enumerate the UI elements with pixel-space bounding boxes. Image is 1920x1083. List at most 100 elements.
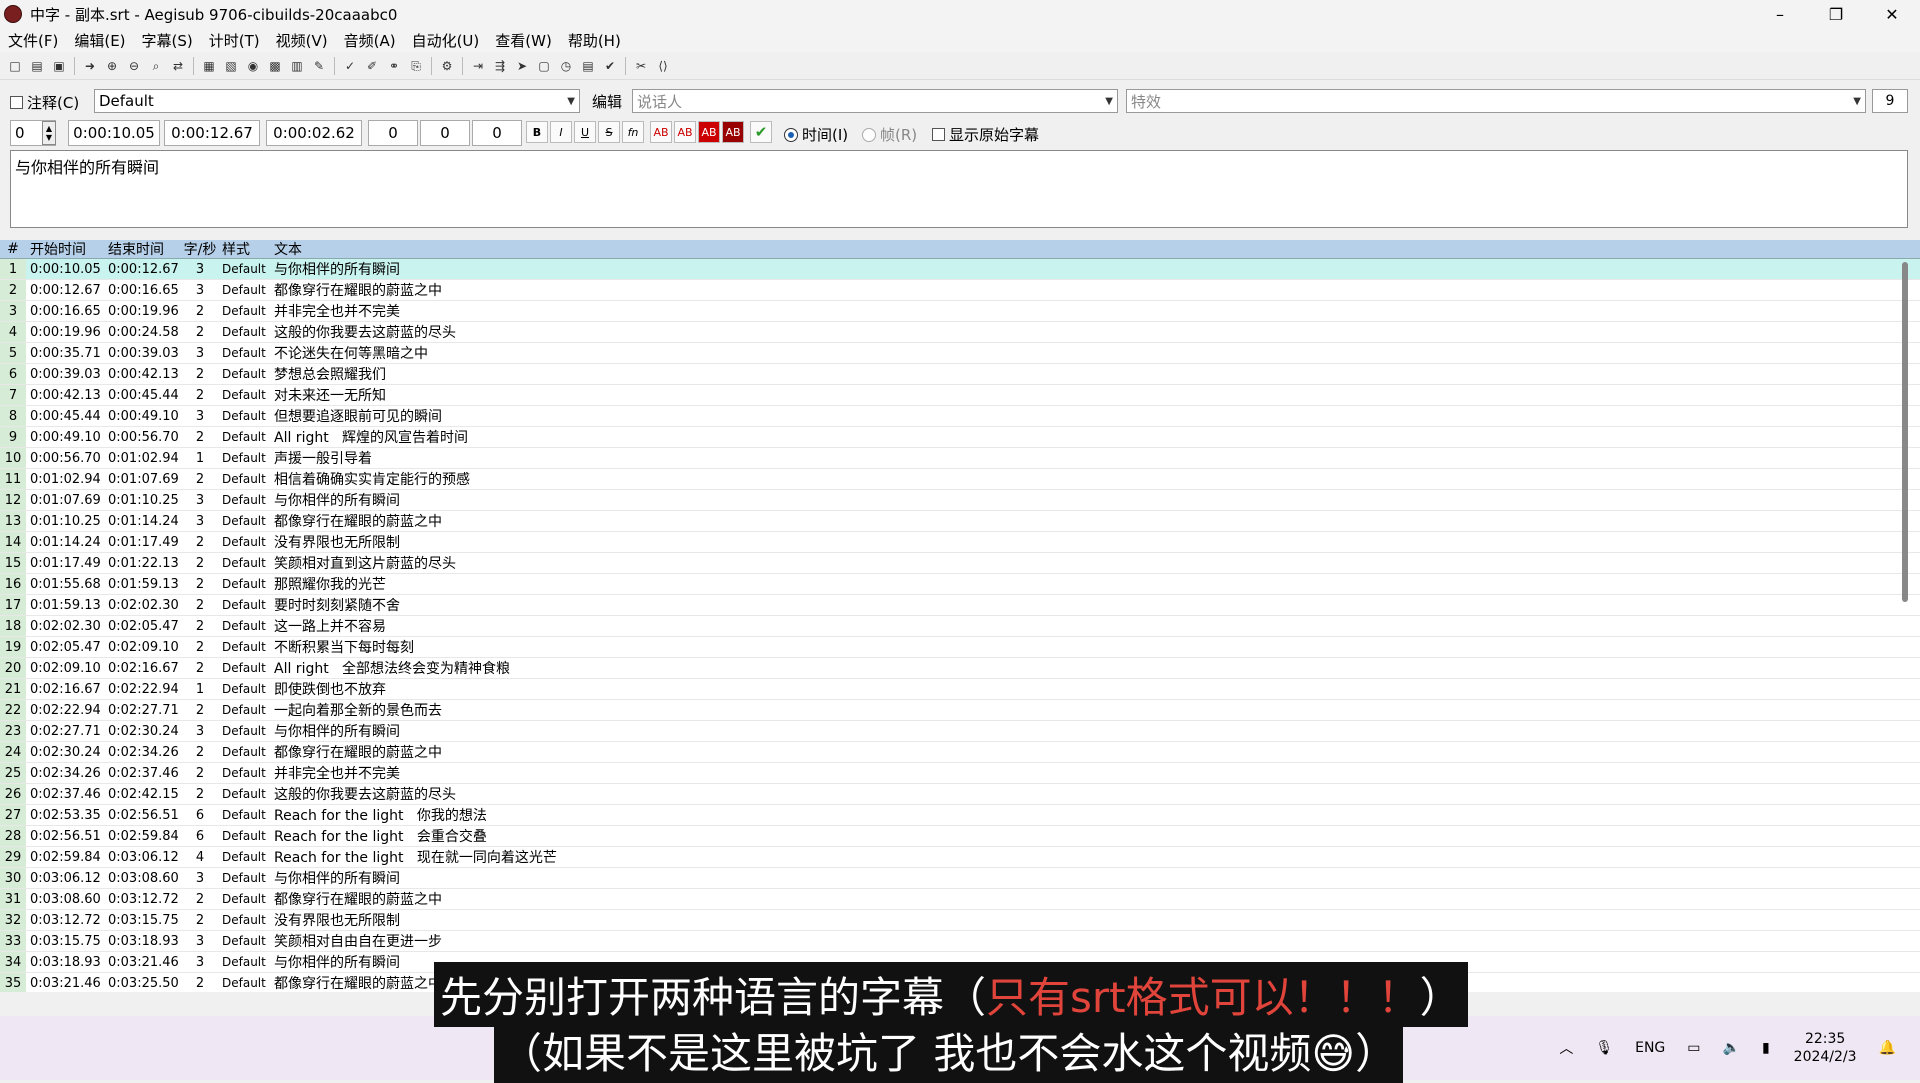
subtitle-text-editor[interactable]: 与你相伴的所有瞬间 xyxy=(10,150,1908,228)
attachments-icon[interactable]: ◉ xyxy=(244,57,262,75)
table-row[interactable]: 22 0:02:22.94 0:02:27.71 2 Default 一起向着那全新的景色… xyxy=(0,700,1920,721)
menu-timing[interactable]: 计时(T) xyxy=(201,30,268,51)
font-button[interactable]: fn xyxy=(622,121,644,143)
table-row[interactable]: 1 0:00:10.05 0:00:12.67 3 Default 与你相伴的所有瞬间 xyxy=(0,259,1920,280)
table-row[interactable]: 10 0:00:56.70 0:01:02.94 1 Default 声援一般引导着 xyxy=(0,448,1920,469)
table-row[interactable]: 4 0:00:19.96 0:00:24.58 2 Default 这般的你我要去这蔚蓝的… xyxy=(0,322,1920,343)
chevron-up-icon[interactable]: ︿ xyxy=(1559,1038,1573,1058)
shadow-color-button[interactable]: AB xyxy=(722,121,744,143)
table-row[interactable]: 5 0:00:35.71 0:00:39.03 3 Default 不论迷失在何等黑暗之中 xyxy=(0,343,1920,364)
grid-scrollbar[interactable] xyxy=(1902,262,1908,602)
table-row[interactable]: 9 0:00:49.10 0:00:56.70 2 Default All right 辉… xyxy=(0,427,1920,448)
kanji-timer-icon[interactable]: ➤ xyxy=(513,57,531,75)
replace-icon[interactable]: ⇄ xyxy=(169,57,187,75)
menu-automation[interactable]: 自动化(U) xyxy=(404,30,488,51)
find-icon[interactable]: ⌕ xyxy=(147,57,165,75)
table-row[interactable]: 23 0:02:27.71 0:02:30.24 3 Default 与你相伴的所有瞬间 xyxy=(0,721,1920,742)
clock-icon[interactable]: ◷ xyxy=(557,57,575,75)
header-cps[interactable]: 字/秒 xyxy=(180,240,220,259)
open-file-icon[interactable]: ▤ xyxy=(28,57,46,75)
close-button[interactable]: ✕ xyxy=(1864,0,1920,28)
options-icon[interactable]: ✔ xyxy=(601,57,619,75)
tools-icon[interactable]: ✂ xyxy=(632,57,650,75)
notification-bell-icon[interactable]: 🔔 xyxy=(1879,1040,1896,1056)
show-original-checkbox[interactable]: 显示原始字幕 xyxy=(932,124,1039,145)
outline-color-button[interactable]: AB xyxy=(698,121,720,143)
secondary-color-button[interactable]: AB xyxy=(674,121,696,143)
styles-manager-icon[interactable]: ▧ xyxy=(222,57,240,75)
table-row[interactable]: 3 0:00:16.65 0:00:19.96 2 Default 并非完全也并不完美 xyxy=(0,301,1920,322)
underline-button[interactable]: U xyxy=(574,121,596,143)
table-row[interactable]: 27 0:02:53.35 0:02:56.51 6 Default Reach for … xyxy=(0,805,1920,826)
table-row[interactable]: 11 0:01:02.94 0:01:07.69 2 Default 相信着确确实实肯定能… xyxy=(0,469,1920,490)
table-row[interactable]: 26 0:02:37.46 0:02:42.15 2 Default 这般的你我要去这蔚蓝… xyxy=(0,784,1920,805)
table-row[interactable]: 20 0:02:09.10 0:02:16.67 2 Default All right … xyxy=(0,658,1920,679)
properties-icon[interactable]: ▦ xyxy=(200,57,218,75)
resample-icon[interactable]: ▥ xyxy=(288,57,306,75)
header-style[interactable]: 样式 xyxy=(220,240,270,259)
commit-icon[interactable]: ✔ xyxy=(750,121,772,143)
translation-icon[interactable]: ✎ xyxy=(310,57,328,75)
bold-button[interactable]: B xyxy=(526,121,548,143)
menu-video[interactable]: 视频(V) xyxy=(268,30,336,51)
duration-field[interactable]: 0:00:02.62 xyxy=(266,120,362,146)
table-row[interactable]: 18 0:02:02.30 0:02:05.47 2 Default 这一路上并不容易 xyxy=(0,616,1920,637)
table-row[interactable]: 32 0:03:12.72 0:03:15.75 2 Default 没有界限也无所限制 xyxy=(0,910,1920,931)
layer-spinner[interactable]: ▲ ▼ xyxy=(42,121,56,145)
timing-postprocessor-icon[interactable]: ⇶ xyxy=(491,57,509,75)
start-time-field[interactable]: 0:00:10.05 xyxy=(68,120,160,146)
minimize-button[interactable]: – xyxy=(1752,0,1808,28)
menu-edit[interactable]: 编辑(E) xyxy=(66,30,133,51)
maximize-button[interactable]: ❐ xyxy=(1808,0,1864,28)
spell-check-icon[interactable]: ✓ xyxy=(341,57,359,75)
header-num[interactable]: # xyxy=(0,240,26,258)
spin-down-icon[interactable]: ▼ xyxy=(46,133,52,142)
table-row[interactable]: 17 0:01:59.13 0:02:02.30 2 Default 要时时刻刻紧随不舍 xyxy=(0,595,1920,616)
link-icon[interactable]: ⚭ xyxy=(385,57,403,75)
primary-color-button[interactable]: AB xyxy=(650,121,672,143)
table-row[interactable]: 15 0:01:17.49 0:01:22.13 2 Default 笑颜相对直到这片蔚蓝… xyxy=(0,553,1920,574)
styling-assistant-icon[interactable]: ✐ xyxy=(363,57,381,75)
automation-icon[interactable]: ⚙ xyxy=(438,57,456,75)
table-row[interactable]: 25 0:02:34.26 0:02:37.46 2 Default 并非完全也并不完美 xyxy=(0,763,1920,784)
table-row[interactable]: 7 0:00:42.13 0:00:45.44 2 Default 对未来还一无所知 xyxy=(0,385,1920,406)
table-row[interactable]: 16 0:01:55.68 0:01:59.13 2 Default 那照耀你我的光芒 xyxy=(0,574,1920,595)
effect-dropdown[interactable]: 特效 ▼ xyxy=(1126,89,1866,113)
time-mode-radio[interactable]: 时间(I) xyxy=(784,124,848,145)
actor-dropdown[interactable]: 说话人 ▼ xyxy=(632,89,1118,113)
tag-icon[interactable]: ⟨⟩ xyxy=(654,57,672,75)
header-end[interactable]: 结束时间 xyxy=(104,240,180,259)
subtitles-grid[interactable]: # 开始时间 结束时间 字/秒 样式 文本 1 0:00:10.05 0:00:12… xyxy=(0,240,1920,992)
end-time-field[interactable]: 0:00:12.67 xyxy=(164,120,260,146)
snap-icon[interactable]: ▢ xyxy=(535,57,553,75)
copy-icon[interactable]: ⎘ xyxy=(407,57,425,75)
zoom-out-icon[interactable]: ⊖ xyxy=(125,57,143,75)
frame-mode-radio[interactable]: 帧(R) xyxy=(862,124,917,145)
strikeout-button[interactable]: S xyxy=(598,121,620,143)
battery-icon[interactable]: ▮ xyxy=(1762,1040,1770,1056)
comment-checkbox[interactable]: 注释(C) xyxy=(10,92,79,113)
zoom-in-icon[interactable]: ⊕ xyxy=(103,57,121,75)
table-row[interactable]: 12 0:01:07.69 0:01:10.25 3 Default 与你相伴的所有瞬间 xyxy=(0,490,1920,511)
table-row[interactable]: 6 0:00:39.03 0:00:42.13 2 Default 梦想总会照耀我们 xyxy=(0,364,1920,385)
save-file-icon[interactable]: ▣ xyxy=(50,57,68,75)
fonts-collector-icon[interactable]: ▩ xyxy=(266,57,284,75)
menu-view[interactable]: 查看(W) xyxy=(487,30,560,51)
table-row[interactable]: 29 0:02:59.84 0:03:06.12 4 Default Reach for … xyxy=(0,847,1920,868)
header-text[interactable]: 文本 xyxy=(270,240,1920,259)
edit-style-button[interactable]: 编辑 xyxy=(592,89,622,113)
table-row[interactable]: 13 0:01:10.25 0:01:14.24 3 Default 都像穿行在耀眼的蔚蓝… xyxy=(0,511,1920,532)
table-row[interactable]: 2 0:00:12.67 0:00:16.65 3 Default 都像穿行在耀眼的蔚蓝之… xyxy=(0,280,1920,301)
table-row[interactable]: 19 0:02:05.47 0:02:09.10 2 Default 不断积累当下每时每刻 xyxy=(0,637,1920,658)
network-icon[interactable]: ▭ xyxy=(1687,1040,1700,1056)
table-row[interactable]: 21 0:02:16.67 0:02:22.94 1 Default 即使跌倒也不放弃 xyxy=(0,679,1920,700)
volume-icon[interactable]: 🔈 xyxy=(1723,1040,1740,1056)
header-start[interactable]: 开始时间 xyxy=(26,240,104,259)
margin-vertical-field[interactable]: 0 xyxy=(472,120,522,146)
margin-right-field[interactable]: 0 xyxy=(420,120,470,146)
table-row[interactable]: 14 0:01:14.24 0:01:17.49 2 Default 没有界限也无所限制 xyxy=(0,532,1920,553)
table-row[interactable]: 30 0:03:06.12 0:03:08.60 3 Default 与你相伴的所有瞬间 xyxy=(0,868,1920,889)
italic-button[interactable]: I xyxy=(550,121,572,143)
table-row[interactable]: 28 0:02:56.51 0:02:59.84 6 Default Reach for … xyxy=(0,826,1920,847)
menu-help[interactable]: 帮助(H) xyxy=(560,30,629,51)
